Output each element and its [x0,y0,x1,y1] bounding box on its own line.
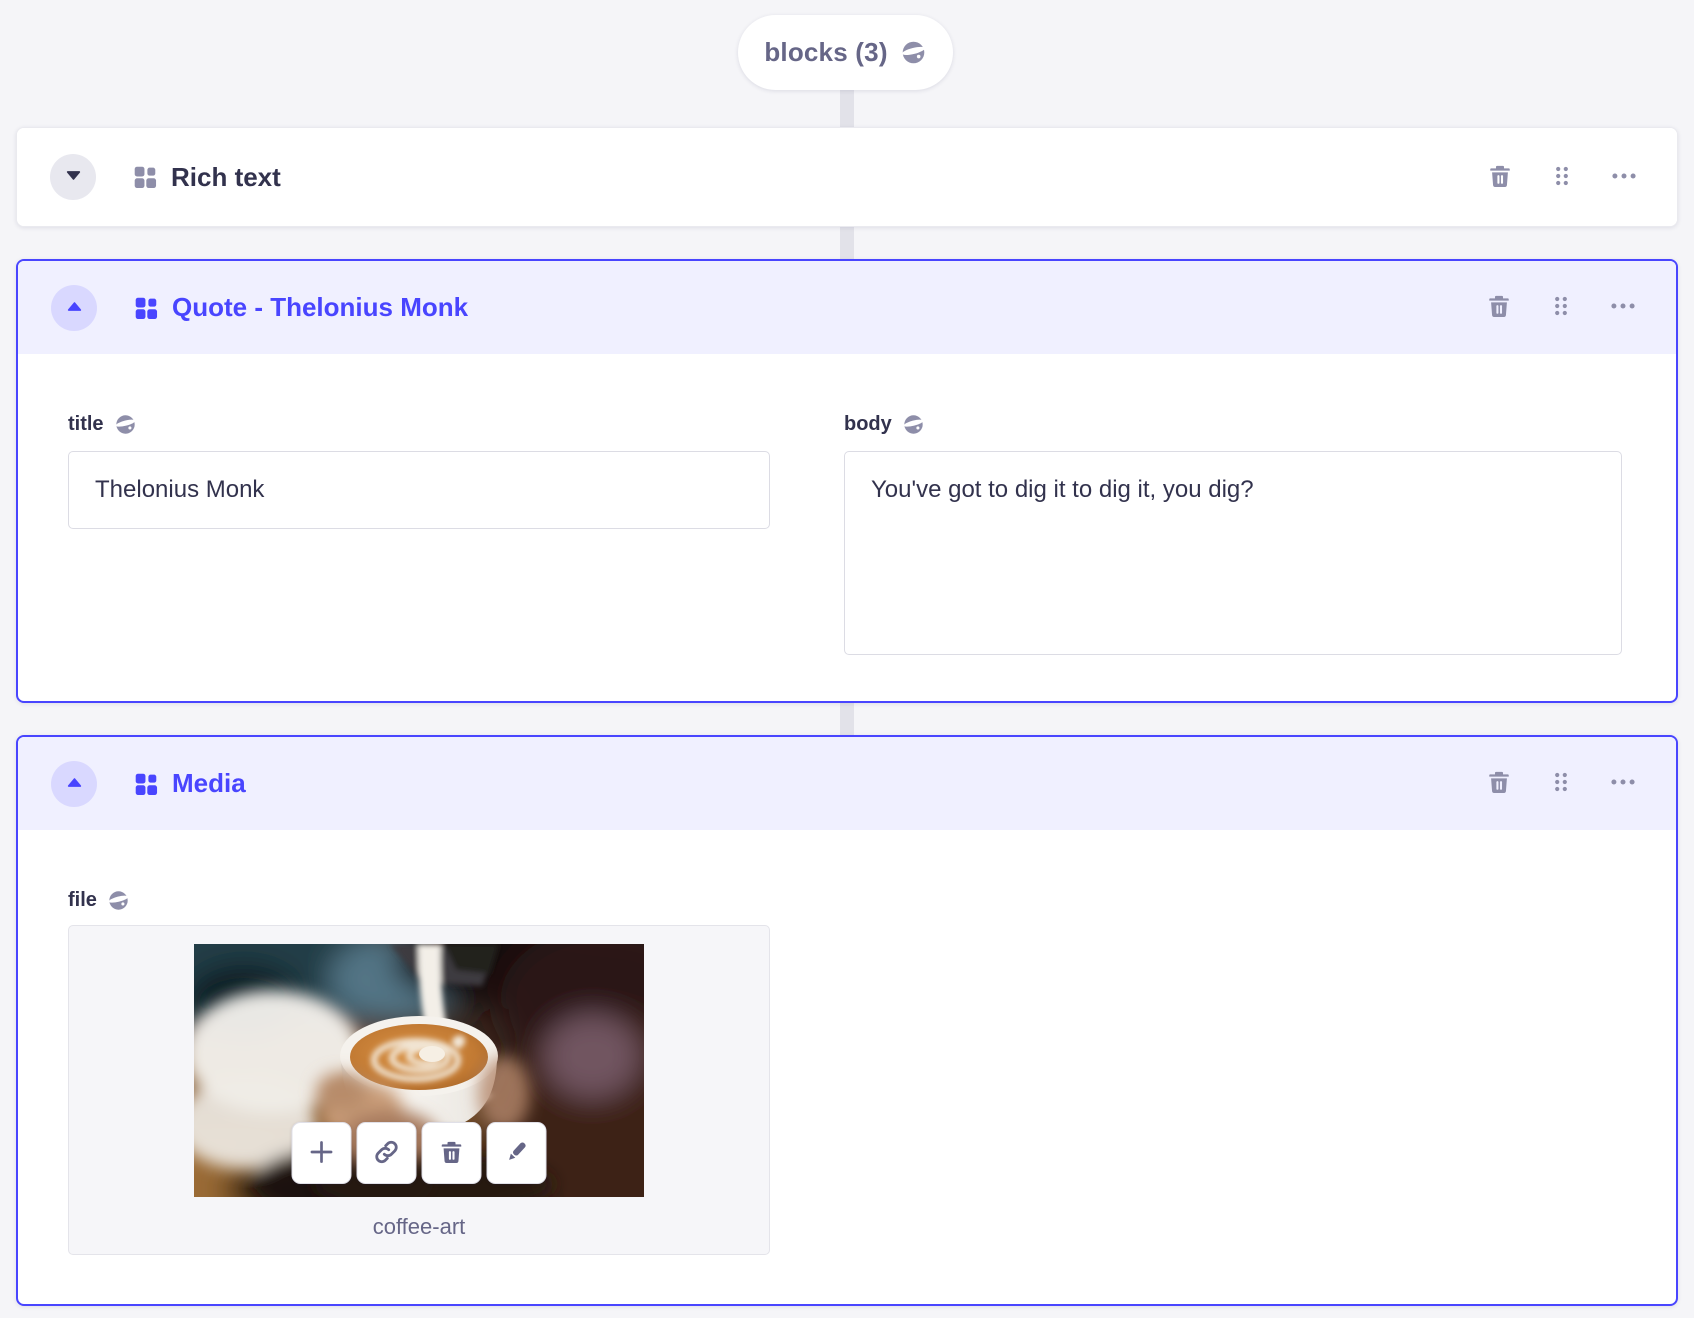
file-field-label: file [68,888,97,911]
block-media: Media file coffee-art [16,735,1678,1306]
ellipsis-icon [1610,293,1636,322]
content-manager-page: { "array_field": { "label": "blocks (3)"… [0,0,1694,1318]
trash-icon [1487,163,1513,192]
media-file-card: coffee-art [68,925,770,1255]
title-field-label: title [68,412,104,435]
block-title: Quote - Thelonius Monk [172,292,469,322]
media-actions-toolbar [291,1122,547,1184]
drag-handle[interactable] [1549,164,1575,190]
block-media-header[interactable]: Media [18,737,1676,830]
ellipsis-icon [1611,163,1637,192]
drag-dots-icon [1549,770,1573,797]
drag-dots-icon [1549,294,1573,321]
blocks-field-pill[interactable]: blocks (3) [738,15,953,90]
body-field-label: body [844,412,892,435]
globe-icon [107,889,130,912]
add-media-button[interactable] [291,1122,352,1184]
plus-icon [308,1138,336,1169]
title-field: title [68,354,770,655]
block-rich-text: Rich text [16,127,1678,227]
block-title: Media [172,768,246,798]
trash-icon [1486,769,1512,798]
chevron-down-icon [64,166,83,188]
body-textarea[interactable]: You've got to dig it to dig it, you dig? [844,451,1622,655]
drag-dots-icon [1550,164,1574,191]
component-grid-icon [133,771,159,797]
pencil-icon [504,1139,530,1168]
chevron-up-icon [65,297,84,319]
component-grid-icon [132,164,158,190]
delete-block-button[interactable] [1486,771,1512,797]
title-input[interactable] [68,451,770,529]
body-field: body You've got to dig it to dig it, you… [844,354,1622,655]
delete-media-button[interactable] [421,1122,482,1184]
block-quote: Quote - Thelonius Monk title Thelonius M… [16,259,1678,703]
drag-handle[interactable] [1548,771,1574,797]
trash-icon [1486,293,1512,322]
collapse-toggle-button[interactable] [51,284,97,331]
collapse-toggle-button[interactable] [51,760,97,807]
link-icon [373,1138,401,1169]
block-quote-header[interactable]: Quote - Thelonius Monk [18,261,1676,354]
globe-icon [900,39,927,66]
copy-link-button[interactable] [356,1122,417,1184]
more-options-button[interactable] [1610,771,1636,797]
more-options-button[interactable] [1611,164,1637,190]
media-preview [194,944,644,1197]
drag-handle[interactable] [1548,295,1574,321]
more-options-button[interactable] [1610,295,1636,321]
file-name-caption: coffee-art [372,1214,466,1239]
component-grid-icon [133,295,159,321]
trash-icon [439,1139,465,1168]
expand-toggle-button[interactable] [50,154,96,200]
chevron-up-icon [65,773,84,795]
blocks-field-label: blocks (3) [764,37,888,67]
ellipsis-icon [1610,769,1636,798]
block-title: Rich text [171,161,281,192]
edit-media-button[interactable] [486,1122,547,1184]
delete-block-button[interactable] [1486,295,1512,321]
globe-icon [114,413,137,436]
delete-block-button[interactable] [1487,164,1513,190]
block-rich-text-header[interactable]: Rich text [17,128,1677,226]
globe-icon [902,413,925,436]
file-field: file coffee-art [68,830,770,1255]
